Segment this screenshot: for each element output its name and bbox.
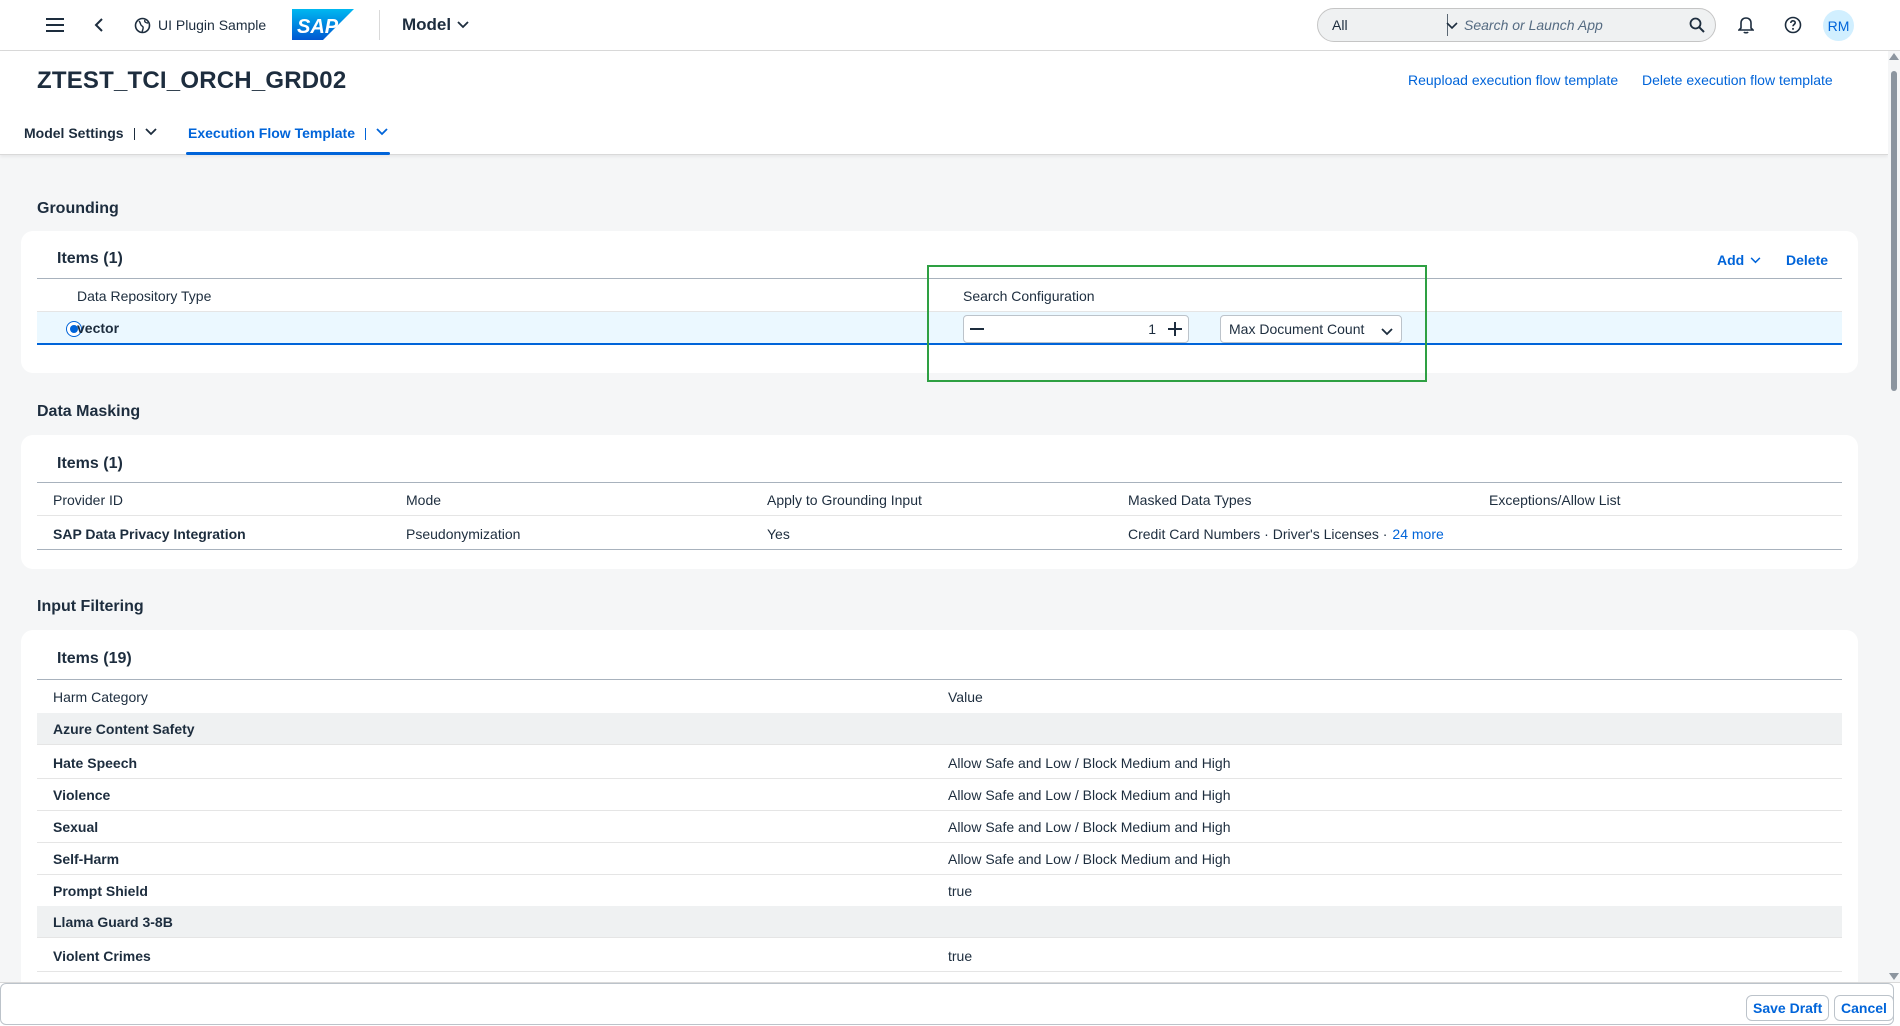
scroll-up-arrow-icon[interactable] <box>1889 53 1899 60</box>
sap-logo[interactable]: SAP <box>292 9 354 40</box>
save-draft-button[interactable]: Save Draft <box>1746 995 1830 1021</box>
harm-value: Allow Safe and Low / Block Medium and Hi… <box>948 755 1231 771</box>
column-header-masked-types: Masked Data Types <box>1128 492 1252 508</box>
page-content: Grounding Items (1) Add Delete Data Repo… <box>0 156 1888 982</box>
masked-types-text: Credit Card Numbers · Driver's Licenses … <box>1128 526 1388 542</box>
column-header-mode: Mode <box>406 492 442 508</box>
help-icon[interactable] <box>1775 7 1811 43</box>
harm-category-label: Self-Harm <box>53 851 120 867</box>
harm-value: Allow Safe and Low / Block Medium and Hi… <box>948 819 1231 835</box>
row-divider <box>37 778 1842 779</box>
row-divider <box>37 515 1842 516</box>
chevron-down-icon[interactable] <box>144 128 157 136</box>
app-name: UI Plugin Sample <box>158 17 267 33</box>
scroll-down-arrow-icon[interactable] <box>1889 973 1899 980</box>
page-scrollbar[interactable] <box>1888 51 1900 982</box>
page-title: ZTEST_TCI_ORCH_GRD02 <box>37 67 347 94</box>
search-input[interactable] <box>1464 9 1674 41</box>
masked-types-value: Credit Card Numbers · Driver's Licenses … <box>1128 526 1444 542</box>
harm-value: true <box>948 948 973 964</box>
column-header-apply-grounding: Apply to Grounding Input <box>767 492 922 508</box>
footer-bar: Save Draft Cancel <box>0 983 1894 1025</box>
add-button[interactable]: Add <box>1717 252 1761 268</box>
chevron-down-icon[interactable] <box>376 128 388 136</box>
tab-label: Model Settings <box>24 125 124 141</box>
tab-execution-flow-template[interactable]: Execution Flow Template <box>186 125 390 155</box>
row-divider <box>37 874 1842 875</box>
model-menu-button[interactable]: Model <box>402 12 469 38</box>
more-types-link[interactable]: 24 more <box>1392 526 1443 542</box>
input-filtering-card: Items (19) Harm Category Value Azure Con… <box>21 630 1858 982</box>
tab-model-settings[interactable]: Model Settings <box>24 125 157 155</box>
harm-category-label: Sexual <box>53 819 99 835</box>
shell-divider <box>379 10 380 40</box>
harm-value: Allow Safe and Low / Block Medium and Hi… <box>948 851 1231 867</box>
menu-icon[interactable] <box>37 7 73 43</box>
tab-separator <box>133 128 135 140</box>
notifications-icon[interactable] <box>1728 7 1764 43</box>
harm-value: true <box>948 883 973 899</box>
group-row: Azure Content Safety <box>37 713 1842 745</box>
harm-category-label: Violence <box>53 787 111 803</box>
row-divider <box>37 810 1842 811</box>
globe-icon <box>134 17 151 34</box>
harm-category-label: Hate Speech <box>53 755 138 771</box>
delete-template-link[interactable]: Delete execution flow template <box>1642 72 1833 88</box>
delete-button[interactable]: Delete <box>1786 252 1828 268</box>
data-masking-card: Items (1) Provider ID Mode Apply to Grou… <box>21 435 1858 569</box>
group-label: Llama Guard 3-8B <box>53 914 173 930</box>
section-title-data-masking: Data Masking <box>37 403 141 420</box>
column-header-harm-category: Harm Category <box>53 689 148 705</box>
data-masking-items-title: Items (1) <box>57 455 123 472</box>
column-header-exceptions: Exceptions/Allow List <box>1489 492 1621 508</box>
input-filtering-items-title: Items (19) <box>57 650 132 667</box>
search-separator <box>1447 14 1448 36</box>
harm-category-label: Violent Crimes <box>53 948 151 964</box>
section-title-input-filtering: Input Filtering <box>37 598 144 615</box>
row-divider <box>37 842 1842 843</box>
table-divider <box>37 679 1842 680</box>
cancel-button[interactable]: Cancel <box>1834 995 1894 1021</box>
highlight-box <box>927 265 1427 382</box>
provider-id-value: SAP Data Privacy Integration <box>53 526 246 542</box>
avatar[interactable]: RM <box>1823 10 1854 41</box>
avatar-initials: RM <box>1827 17 1850 34</box>
column-header-repository-type: Data Repository Type <box>77 288 212 304</box>
app-title[interactable]: UI Plugin Sample <box>134 15 266 35</box>
table-divider <box>37 482 1842 483</box>
row-divider <box>37 971 1842 972</box>
shell-bar: UI Plugin Sample SAP Model All Search or… <box>0 0 1900 51</box>
tab-label: Execution Flow Template <box>188 125 355 141</box>
chevron-down-icon <box>1750 256 1761 264</box>
column-header-provider-id: Provider ID <box>53 492 124 508</box>
search-scope-label: All <box>1332 17 1348 33</box>
scrollbar-thumb[interactable] <box>1891 71 1897 391</box>
object-header: ZTEST_TCI_ORCH_GRD02 Reupload execution … <box>0 51 1888 155</box>
mode-value: Pseudonymization <box>406 526 521 542</box>
tab-separator <box>365 128 366 140</box>
apply-value: Yes <box>767 526 790 542</box>
svg-text:SAP: SAP <box>297 16 339 38</box>
reupload-template-link[interactable]: Reupload execution flow template <box>1408 72 1618 88</box>
harm-value: Allow Safe and Low / Block Medium and Hi… <box>948 787 1231 803</box>
group-row: Llama Guard 3-8B <box>37 906 1842 938</box>
table-divider <box>37 549 1842 550</box>
harm-category-label: Prompt Shield <box>53 883 148 899</box>
group-label: Azure Content Safety <box>53 721 195 737</box>
back-icon[interactable] <box>81 7 117 43</box>
search-field: All <box>1317 8 1716 42</box>
section-title-grounding: Grounding <box>37 200 119 217</box>
repository-type-value: vector <box>77 320 120 336</box>
model-menu-label: Model <box>402 15 452 34</box>
search-icon[interactable] <box>1689 17 1705 36</box>
column-header-value: Value <box>948 689 983 705</box>
grounding-items-title: Items (1) <box>57 250 123 267</box>
footer-toolbar: Save Draft Cancel <box>0 982 1900 1026</box>
add-label: Add <box>1717 252 1745 268</box>
search-scope-select[interactable]: All <box>1332 9 1462 41</box>
chevron-down-icon <box>457 21 469 29</box>
